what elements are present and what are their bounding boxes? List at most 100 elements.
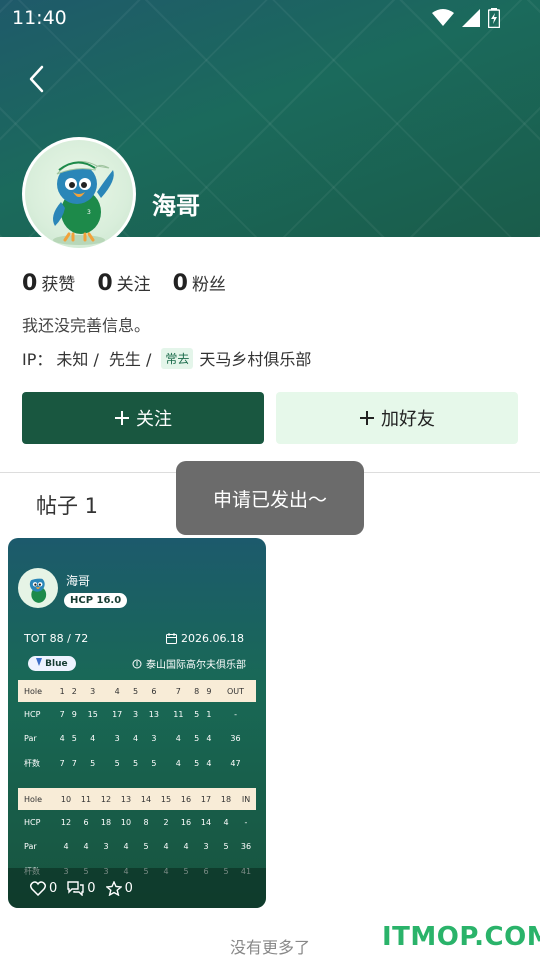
status-icons: [432, 8, 500, 28]
ip-label: IP：: [22, 350, 53, 369]
profile-info-row: IP： 未知 / 先生 / 常去 天马乡村俱乐部: [22, 346, 311, 370]
tab-posts[interactable]: 帖子 1: [36, 490, 98, 520]
cell: 4: [63, 842, 69, 852]
cell: 9: [71, 709, 77, 719]
cell: 5: [114, 758, 120, 768]
cell: 5: [143, 842, 149, 852]
card-tee-badge: Blue: [28, 656, 76, 671]
add-friend-button[interactable]: 加好友: [276, 392, 518, 444]
like-button[interactable]: 0: [30, 881, 57, 896]
card-hcp-badge: HCP 16.0: [64, 593, 128, 608]
scorecard-row: Par 4 5 4 3 4 3 4 5 4 36: [18, 727, 256, 752]
cell: 16: [180, 817, 192, 827]
battery-icon: [488, 8, 500, 28]
heart-icon: [30, 880, 46, 896]
cell: 5: [90, 758, 96, 768]
stat-followers-count: 0: [172, 271, 188, 296]
bird-mascot-icon: 3: [53, 161, 114, 245]
comment-button[interactable]: 0: [67, 880, 96, 896]
stat-likes[interactable]: 0 获赞: [22, 270, 75, 296]
cell: 13: [116, 788, 136, 810]
cell: 7: [166, 680, 191, 702]
cell: 16: [176, 788, 196, 810]
follow-button-label: 关注: [136, 409, 172, 430]
cell: HCP: [24, 817, 41, 827]
plus-icon: [115, 411, 129, 425]
add-friend-button-label: 加好友: [381, 409, 435, 430]
cell: 3: [80, 680, 105, 702]
cell: -: [244, 817, 248, 827]
favorite-count: 0: [124, 880, 133, 896]
stat-followers[interactable]: 0 粉丝: [173, 270, 226, 296]
post-card[interactable]: 海哥 HCP 16.0 TOT 88 / 72 2026.06.18 Blue …: [8, 538, 266, 908]
cell: IN: [236, 788, 256, 810]
cell: 5: [194, 758, 200, 768]
cell: 2: [68, 680, 81, 702]
scorecard-header-row: Hole 1 2 3 4 5 6 7 8 9 OUT: [18, 680, 256, 702]
avatar[interactable]: 3: [22, 137, 136, 251]
scorecard-front-nine: Hole 1 2 3 4 5 6 7 8 9 OUT HCP 7 9 15 17 3 13 11 5 1- Par 4 5…: [18, 680, 256, 776]
cell: 11: [173, 709, 184, 719]
card-avatar: [18, 568, 58, 608]
like-count: 0: [49, 880, 58, 896]
cell: 15: [156, 788, 176, 810]
cell: 8: [190, 680, 203, 702]
follow-button[interactable]: 关注: [22, 392, 264, 444]
card-club-name: 泰山国际高尔夫俱乐部: [146, 660, 246, 671]
stat-following[interactable]: 0 关注: [97, 270, 150, 296]
cell: 4: [223, 817, 229, 827]
cell: 8: [143, 817, 149, 827]
cell: 47: [230, 758, 241, 768]
card-date: 2026.06.18: [166, 632, 244, 645]
cell: 36: [240, 842, 252, 852]
cell: 14: [200, 817, 212, 827]
wifi-icon: [432, 9, 454, 26]
favorite-button[interactable]: 0: [105, 880, 133, 896]
cell: 10: [56, 788, 76, 810]
cell: 1: [56, 680, 69, 702]
cell: 2: [163, 817, 169, 827]
cell: 18: [100, 817, 112, 827]
cell: 7: [59, 709, 65, 719]
scorecard-row: HCP 7 9 15 17 3 13 11 5 1 -: [18, 702, 256, 727]
cell: 3: [132, 709, 139, 719]
cell: 12: [96, 788, 116, 810]
scorecard-header-row: Hole 10 11 12 13 14 15 16 17 18 IN: [18, 788, 256, 810]
cell: 4: [83, 842, 89, 852]
cell: 5: [151, 758, 157, 768]
cell: 5: [129, 680, 142, 702]
cell: 14: [136, 788, 156, 810]
bird-mascot-icon: [29, 575, 50, 603]
card-footer: 0 0 0: [8, 868, 266, 908]
cell: 17: [112, 709, 123, 719]
scorecard-row: HCP 12 6 18 10 8 2 16 14 4 -: [18, 810, 256, 835]
cell: 3: [151, 734, 157, 744]
cell: 4: [183, 842, 189, 852]
cell: 1: [206, 709, 212, 719]
star-icon: [105, 880, 122, 896]
cell: 3: [203, 842, 209, 852]
cell: 6: [141, 680, 167, 702]
profile-bio: 我还没完善信息。: [22, 316, 151, 335]
cell: 6: [83, 817, 89, 827]
cell: HCP: [24, 709, 41, 719]
cell: 12: [60, 817, 72, 827]
stat-likes-count: 0: [22, 271, 38, 296]
scorecard-row: Par 4 4 3 4 5 4 4 3 5 36: [18, 835, 256, 860]
frequent-club[interactable]: 天马乡村俱乐部: [199, 346, 311, 370]
cell: 17: [196, 788, 216, 810]
back-button[interactable]: [22, 62, 52, 96]
cell: 5: [194, 709, 200, 719]
stat-likes-label: 获赞: [41, 275, 76, 295]
username: 海哥: [152, 192, 200, 220]
cell: 5: [132, 758, 139, 768]
status-time: 11:40: [12, 7, 67, 29]
cell: 7: [71, 758, 77, 768]
comment-icon: [67, 880, 84, 896]
cell: 4: [59, 734, 65, 744]
cell: 5: [223, 842, 229, 852]
status-bar: 11:40: [0, 0, 540, 36]
cell: 4: [104, 680, 130, 702]
cell: 7: [59, 758, 65, 768]
toast-message: 申请已发出～: [176, 461, 364, 535]
